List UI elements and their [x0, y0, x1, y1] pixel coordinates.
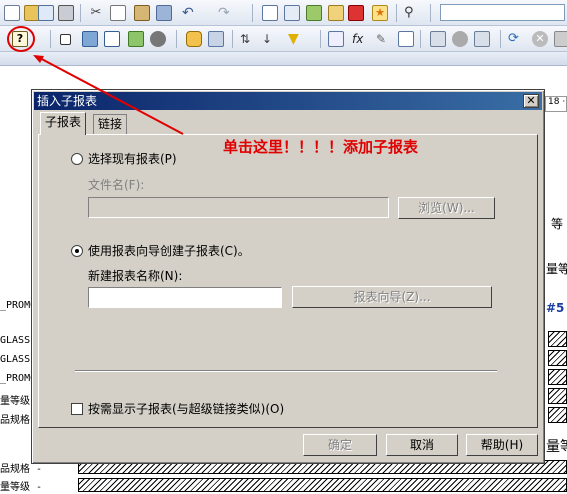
field-label: 量等级	[0, 396, 30, 407]
export-icon[interactable]	[306, 5, 322, 21]
field-explorer-icon[interactable]	[474, 31, 490, 47]
print-preview-icon[interactable]	[38, 5, 54, 21]
wizard-report-radio[interactable]	[71, 245, 83, 257]
new-report-name-field[interactable]	[88, 287, 282, 308]
report-wizard-button[interactable]: 报表向导(Z)...	[292, 286, 492, 308]
cancel-button[interactable]: 取消	[386, 434, 458, 456]
repository-icon[interactable]	[452, 31, 468, 47]
dialog-titlebar[interactable]: 插入子报表 ✕	[34, 92, 542, 110]
new-icon[interactable]	[4, 5, 20, 21]
wizard-report-label[interactable]: 使用报表向导创建子报表(C)。	[88, 242, 250, 259]
tab-link[interactable]: 链接	[93, 114, 128, 134]
print-icon[interactable]	[58, 5, 74, 21]
group-sort-icon[interactable]: ⇅	[240, 31, 256, 47]
hatched-field	[78, 478, 567, 492]
search-expert-icon[interactable]	[328, 5, 344, 21]
database-icon[interactable]	[186, 31, 202, 47]
layout-icon[interactable]	[262, 5, 278, 21]
standard-toolbar: ✂ ↶ ↷ ★ ⚲	[0, 0, 567, 26]
file-name-label: 文件名(F):	[88, 178, 145, 192]
ruler: 18 ·	[545, 96, 567, 112]
insert-toolbar: ? ⇅ ↓ ▼ fx ✎ ⟳ ✕	[0, 26, 567, 52]
formula-icon[interactable]: fx	[352, 31, 368, 47]
picture-icon[interactable]	[82, 31, 98, 47]
hatched-field	[548, 388, 567, 404]
on-demand-checkbox[interactable]	[71, 403, 83, 415]
existing-report-label[interactable]: 选择现有报表(P)	[88, 150, 177, 167]
print-setup-icon[interactable]	[554, 31, 567, 47]
box-icon[interactable]	[60, 34, 71, 45]
help-button[interactable]: 帮助(H)	[466, 434, 538, 456]
refresh-icon[interactable]: ⟳	[508, 31, 524, 47]
ok-button[interactable]: 确定	[303, 434, 377, 456]
tab-subreport[interactable]: 子报表	[40, 112, 87, 135]
field-label: _PROMO	[0, 300, 34, 311]
sort-icon[interactable]: ↓	[262, 31, 278, 47]
close-icon[interactable]: ✕	[523, 94, 539, 108]
file-name-field[interactable]	[88, 197, 389, 218]
format-painter-icon[interactable]	[156, 5, 172, 21]
group-icon[interactable]	[208, 31, 224, 47]
form-icon[interactable]	[284, 5, 300, 21]
olap-icon[interactable]	[150, 31, 166, 47]
stop-icon[interactable]: ✕	[532, 31, 548, 47]
section-expert-icon[interactable]	[328, 31, 344, 47]
binoculars-icon[interactable]: ⚲	[404, 5, 420, 21]
field-icon[interactable]	[398, 31, 414, 47]
report-explorer-icon[interactable]	[430, 31, 446, 47]
field-label: GLASS	[0, 335, 31, 346]
new-report-name-label: 新建报表名称(N):	[88, 269, 183, 283]
redo-icon[interactable]: ↷	[218, 5, 234, 21]
report-text: 量等	[546, 439, 567, 455]
on-demand-label[interactable]: 按需显示子报表(与超级链接类似)(O)	[88, 400, 284, 417]
toolbar-combo[interactable]	[440, 4, 565, 21]
formula-workshop-icon[interactable]: ✎	[376, 31, 392, 47]
browse-button[interactable]: 浏览(W)...	[398, 197, 495, 219]
hatched-field	[548, 369, 567, 385]
undo-icon[interactable]: ↶	[182, 5, 198, 21]
report-text: #5 ·	[546, 301, 567, 315]
design-tab-strip	[0, 52, 567, 66]
report-text: 等	[551, 217, 564, 231]
report-text: 量等	[546, 262, 567, 276]
chart-icon[interactable]	[104, 31, 120, 47]
dialog-title: 插入子报表	[37, 94, 98, 108]
hatched-field	[548, 407, 567, 423]
hatched-field	[548, 331, 567, 347]
separator	[75, 370, 497, 372]
hatched-field	[548, 350, 567, 366]
cut-icon[interactable]: ✂	[88, 5, 104, 21]
field-label: GLASS	[0, 354, 31, 365]
copy-icon[interactable]	[110, 5, 126, 21]
field-label: _PROMO	[0, 373, 34, 384]
existing-report-radio[interactable]	[71, 153, 83, 165]
annotation-text: 单击这里！！！！添加子报表	[223, 138, 419, 156]
alert-icon[interactable]	[348, 5, 364, 21]
insert-subreport-icon[interactable]: ?	[12, 31, 28, 47]
subreport-tab-panel: 选择现有报表(P) 文件名(F): 浏览(W)... 使用报表向导创建子报表(C…	[38, 134, 538, 428]
favorite-icon[interactable]: ★	[372, 5, 388, 21]
field-label: 品规格	[0, 415, 30, 426]
field-label: 量等级 -	[0, 482, 43, 493]
paste-icon[interactable]	[134, 5, 150, 21]
map-icon[interactable]	[128, 31, 144, 47]
filter-icon[interactable]: ▼	[288, 31, 304, 47]
